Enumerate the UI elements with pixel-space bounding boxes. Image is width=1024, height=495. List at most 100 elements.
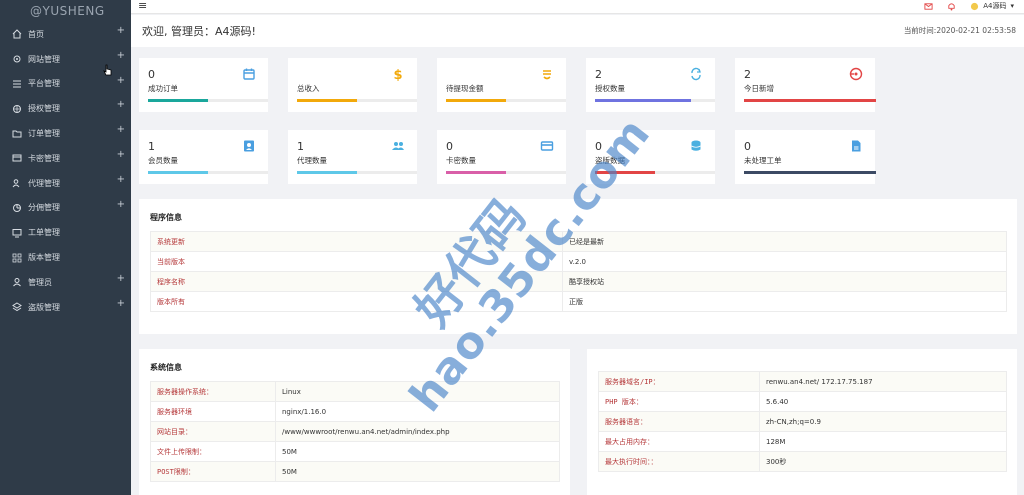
user-icon [12, 277, 22, 287]
stat-value: 2 [595, 68, 602, 81]
stat-label: 待提现金额 [446, 84, 484, 93]
stat-progress-track [446, 99, 566, 102]
stat-label: 未处理工单 [744, 156, 782, 165]
sidebar-item-label: 管理员 [28, 277, 52, 287]
sidebar-item-9[interactable]: 版本管理 [0, 245, 131, 270]
table-row: 服务器环境 nginx/1.16.0 [150, 401, 560, 422]
stat-card: 0 未处理工单 [735, 130, 876, 184]
brand-logo: @YUSHENG [30, 4, 105, 18]
sidebar-item-label: 首页 [28, 29, 44, 39]
row-key: 服务器操作系统： [150, 381, 276, 402]
sidebar-item-label: 平台管理 [28, 79, 60, 89]
stat-label: 会员数量 [148, 156, 178, 165]
row-value: 酷享授权站 [562, 271, 1007, 292]
stat-progress-track [744, 99, 876, 102]
stat-value: 1 [297, 140, 304, 153]
server-info-panel: 服务器域名/IP： renwu.an4.net/ 172.17.75.187 PHP… [587, 349, 1017, 495]
top-bar: ≡ A4源码 ▾ [131, 0, 1024, 14]
expand-plus-icon[interactable]: + [117, 199, 125, 210]
sidebar-item-label: 分佣管理 [28, 203, 60, 213]
chevron-down-icon: ▾ [1010, 2, 1014, 10]
layers-icon [12, 302, 22, 312]
svg-text:$: $ [393, 68, 402, 81]
creditcard-icon [540, 141, 554, 151]
stat-label: 成功订单 [148, 84, 178, 93]
stat-progress-fill [595, 99, 691, 102]
table-row: 程序名称 酷享授权站 [150, 271, 1007, 292]
sidebar-item-7[interactable]: 分佣管理 + [0, 196, 131, 221]
row-key: PHP 版本： [598, 391, 760, 412]
sidebar-item-5[interactable]: 卡密管理 + [0, 146, 131, 171]
sidebar-item-11[interactable]: 盗版管理 + [0, 295, 131, 320]
row-key: 服务器环境 [150, 401, 276, 422]
user-menu[interactable]: A4源码 ▾ [970, 1, 1014, 11]
sidebar-item-3[interactable]: 授权管理 + [0, 96, 131, 121]
sidebar-item-6[interactable]: 代理管理 + [0, 171, 131, 196]
table-row: 最大占用内存： 128M [598, 431, 1007, 452]
row-value: 5.6.40 [759, 391, 1007, 412]
expand-plus-icon[interactable]: + [117, 298, 125, 309]
page-title: 欢迎, 管理员：A4源码! [142, 25, 256, 38]
sidebar-item-4[interactable]: 订单管理 + [0, 121, 131, 146]
sidebar-item-10[interactable]: 管理员 + [0, 270, 131, 295]
stat-value: 0 [744, 140, 751, 153]
stat-progress-fill [744, 99, 876, 102]
expand-plus-icon[interactable]: + [117, 75, 125, 86]
expand-plus-icon[interactable]: + [117, 174, 125, 185]
table-row: 服务器域名/IP： renwu.an4.net/ 172.17.75.187 [598, 371, 1007, 392]
stat-card: 总收入 $ [288, 58, 417, 112]
expand-plus-icon[interactable]: + [117, 50, 125, 61]
table-row: 网站目录：/www/wwwroot/renwu.an4.net/admin/in… [150, 421, 560, 442]
mail-icon[interactable] [924, 2, 933, 11]
stat-label: 代理数量 [297, 156, 327, 165]
row-key: POST限制： [150, 461, 276, 482]
stat-card: 1 代理数量 [288, 130, 417, 184]
users-icon [12, 178, 22, 188]
monitor-icon [12, 228, 22, 238]
stat-progress-track [297, 171, 417, 174]
expand-plus-icon[interactable]: + [117, 25, 125, 36]
system-info-title: 系统信息 [150, 363, 182, 372]
stat-label: 卡密数量 [446, 156, 476, 165]
stat-card: 2 今日新增 [735, 58, 876, 112]
target-icon [849, 67, 863, 81]
stat-progress-fill [446, 171, 506, 174]
expand-plus-icon[interactable]: + [117, 149, 125, 160]
table-row: 服务器操作系统： Linux [150, 381, 560, 402]
current-time: 当前时间:2020-02-21 02:53:58 [903, 26, 1016, 35]
stat-progress-fill [297, 171, 357, 174]
row-value: 128M [759, 431, 1007, 452]
row-key: 服务器域名/IP： [598, 371, 760, 392]
table-row: 当前版本 v.2.0 [150, 251, 1007, 272]
sidebar-item-label: 授权管理 [28, 104, 60, 114]
stat-progress-fill [148, 99, 208, 102]
database-icon [691, 140, 701, 151]
dollar-icon: $ [393, 68, 402, 81]
stat-label: 今日新增 [744, 84, 774, 93]
stat-progress-fill [297, 99, 357, 102]
sidebar-item-label: 工单管理 [28, 228, 60, 238]
row-key: 服务器语言： [598, 411, 760, 432]
stat-value: 0 [148, 68, 155, 81]
bell-icon[interactable] [947, 2, 956, 11]
expand-plus-icon[interactable]: + [117, 124, 125, 135]
cursor-icon [103, 64, 112, 76]
stat-value: 0 [446, 140, 453, 153]
sidebar-item-0[interactable]: 首页 + [0, 22, 131, 47]
row-key: 最大占用内存： [598, 431, 760, 452]
menu-toggle-icon[interactable]: ≡ [138, 0, 147, 12]
grid-icon [12, 253, 22, 263]
list-icon [12, 79, 22, 89]
sidebar-item-label: 网站管理 [28, 54, 60, 64]
sidebar-item-8[interactable]: 工单管理 [0, 220, 131, 245]
username: A4源码 [983, 2, 1007, 10]
stat-progress-track [297, 99, 417, 102]
welcome-bar: 欢迎, 管理员：A4源码! 当前时间:2020-02-21 02:53:58 [131, 15, 1024, 47]
row-value: 50M [275, 461, 560, 482]
expand-plus-icon[interactable]: + [117, 273, 125, 284]
stat-progress-track [744, 171, 876, 174]
expand-plus-icon[interactable]: + [117, 99, 125, 110]
stat-progress-track [595, 99, 715, 102]
settings-icon [12, 104, 22, 114]
program-info-title: 程序信息 [150, 213, 182, 222]
